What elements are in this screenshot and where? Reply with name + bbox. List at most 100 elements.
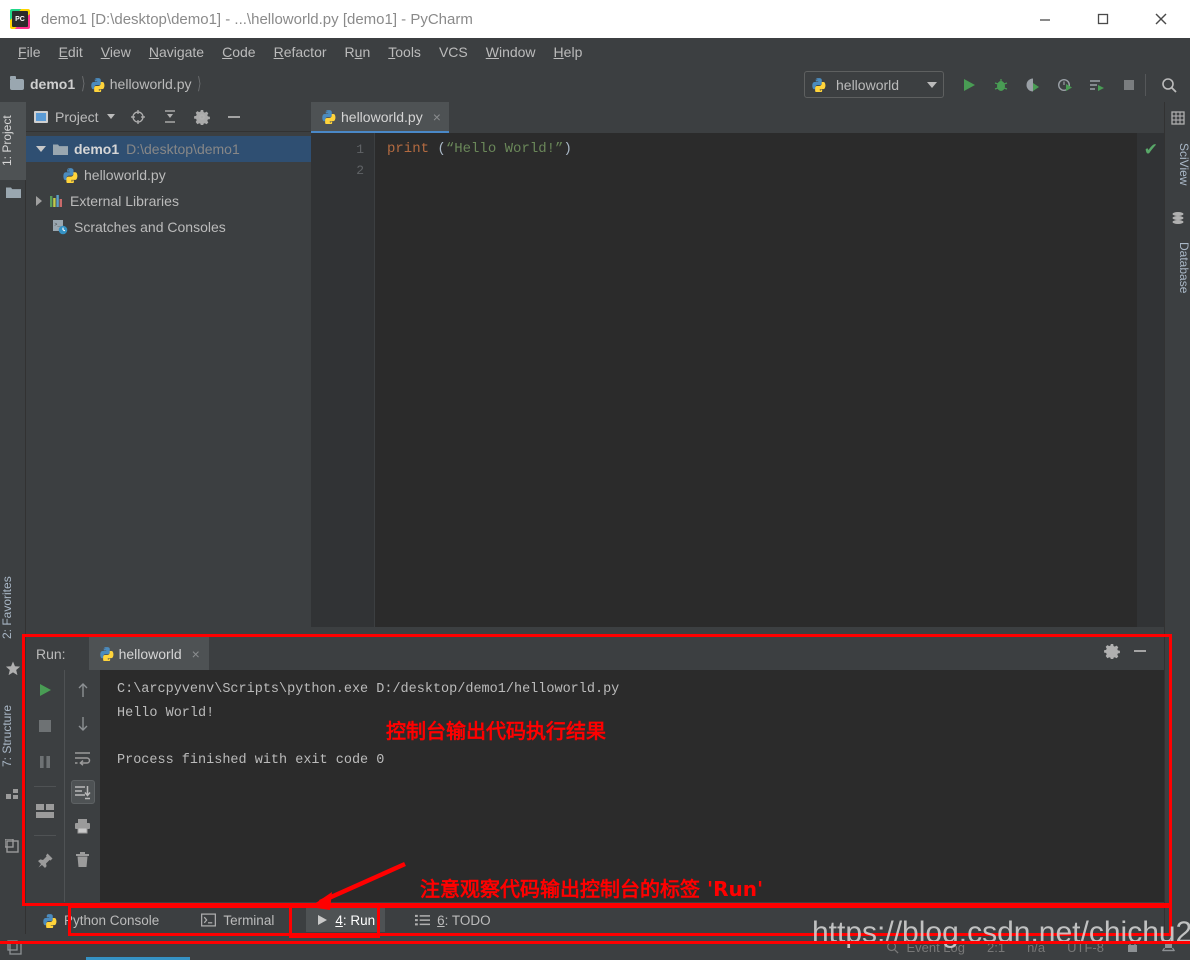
annotation-run-tab-note: 注意观察代码输出控制台的标签 'Run' <box>420 877 764 901</box>
toolbar-divider <box>34 786 56 787</box>
project-panel-title: Project <box>55 108 99 125</box>
breadcrumb-separator-icon-2: ⟩ <box>197 74 202 93</box>
breadcrumb-helloworld[interactable]: helloworld.py <box>90 76 192 92</box>
tree-item-demo1[interactable]: demo1 D:\desktop\demo1 <box>26 136 311 162</box>
structure-icon <box>5 786 21 802</box>
run-tab-helloworld[interactable]: helloworld × <box>88 637 209 670</box>
run-icon[interactable] <box>956 72 982 98</box>
toolbar-divider <box>1145 74 1146 96</box>
tree-item-label: External Libraries <box>70 193 179 209</box>
terminal-icon <box>201 913 217 927</box>
close-icon[interactable]: × <box>192 646 200 662</box>
bottom-tab-label: Terminal <box>223 912 275 928</box>
stop-icon[interactable] <box>1116 72 1142 98</box>
breadcrumb-label: helloworld.py <box>109 76 192 92</box>
code-string: “Hello World!” <box>445 141 564 157</box>
editor-tab-helloworld[interactable]: helloworld.py × <box>311 102 449 133</box>
bottom-tab-python-console[interactable]: Python Console <box>32 908 169 932</box>
maximize-button[interactable] <box>1074 0 1132 38</box>
menu-vcs[interactable]: VCS <box>430 41 477 63</box>
code-content[interactable]: print (“Hello World!”) <box>375 133 1137 627</box>
tree-item-label: Scratches and Consoles <box>74 219 226 235</box>
layout-icon[interactable] <box>33 799 57 823</box>
bottom-tab-terminal[interactable]: Terminal <box>191 908 284 932</box>
bottom-tab-run[interactable]: 4: Run <box>306 908 386 932</box>
rerun-icon[interactable] <box>33 678 57 702</box>
window-title: demo1 [D:\desktop\demo1] - ...\helloworl… <box>41 10 473 28</box>
hide-panel-icon[interactable] <box>225 108 243 126</box>
run-toolbar-primary <box>26 670 64 902</box>
run-configuration-selector[interactable]: helloworld <box>804 71 944 98</box>
menu-run[interactable]: Run <box>336 41 380 63</box>
menu-view[interactable]: View <box>92 41 140 63</box>
python-icon <box>811 77 826 92</box>
terminal-strip-icon[interactable] <box>4 838 22 856</box>
menu-help[interactable]: Help <box>545 41 592 63</box>
tree-item-external-libraries[interactable]: External Libraries <box>26 188 311 214</box>
print-icon[interactable] <box>71 814 95 838</box>
locate-icon[interactable] <box>129 108 147 126</box>
breadcrumb-separator-icon: ⟩ <box>81 74 86 93</box>
breadcrumb-demo1[interactable]: demo1 <box>10 75 75 92</box>
tree-item-path: D:\desktop\demo1 <box>126 141 240 157</box>
sidebar-tab-favorites[interactable]: 2: Favorites <box>0 560 26 656</box>
python-file-icon <box>62 167 78 183</box>
menu-code[interactable]: Code <box>213 41 264 63</box>
sidebar-tab-project[interactable]: 1: Project <box>0 102 26 180</box>
python-file-icon <box>321 109 336 124</box>
pin-icon[interactable] <box>33 848 57 872</box>
chevron-down-icon[interactable] <box>106 114 115 119</box>
annotation-console-note: 控制台输出代码执行结果 <box>386 719 606 743</box>
collapse-all-icon[interactable] <box>161 108 179 126</box>
run-configuration-label: helloworld <box>836 76 900 93</box>
bottom-tab-todo[interactable]: 6: TODO <box>405 908 501 932</box>
run-console-output[interactable]: C:\arcpyvenv\Scripts\python.exe D:/deskt… <box>100 670 1164 902</box>
chevron-right-icon[interactable] <box>36 196 42 206</box>
stop-icon[interactable] <box>33 714 57 738</box>
menu-edit[interactable]: Edit <box>50 41 92 63</box>
minimize-icon[interactable] <box>1132 643 1148 664</box>
soft-wrap-icon[interactable] <box>71 746 95 770</box>
menu-tools[interactable]: Tools <box>379 41 430 63</box>
gear-icon[interactable] <box>193 108 211 126</box>
console-line: Hello World! <box>117 705 215 721</box>
close-button[interactable] <box>1132 0 1190 38</box>
tree-item-label: helloworld.py <box>84 167 166 183</box>
trash-icon[interactable] <box>71 848 95 872</box>
editor-scrollbar[interactable]: ✔ <box>1137 133 1164 627</box>
tree-item-scratches[interactable]: >_ Scratches and Consoles <box>26 214 311 240</box>
run-with-coverage-icon[interactable] <box>1020 72 1046 98</box>
code-keyword: print <box>387 141 430 157</box>
folder-icon <box>52 141 68 157</box>
run-with-console-icon[interactable] <box>1084 72 1110 98</box>
pycharm-window: demo1 [D:\desktop\demo1] - ...\helloworl… <box>0 0 1190 960</box>
tree-item-helloworld[interactable]: helloworld.py <box>26 162 311 188</box>
chevron-down-icon <box>927 81 937 88</box>
search-everywhere-icon[interactable] <box>1156 72 1182 98</box>
sidebar-tab-sciview[interactable]: SciView <box>1165 130 1190 198</box>
menu-window[interactable]: Window <box>477 41 545 63</box>
minimize-button[interactable] <box>1016 0 1074 38</box>
gear-icon[interactable] <box>1104 643 1120 664</box>
scratches-icon: >_ <box>52 219 68 235</box>
arrow-down-icon[interactable] <box>71 712 95 736</box>
sidebar-tab-structure[interactable]: 7: Structure <box>0 690 26 782</box>
menu-file[interactable]: FFileile <box>9 41 50 63</box>
annotation-line-bottom <box>0 941 1190 944</box>
arrow-up-icon[interactable] <box>71 678 95 702</box>
scroll-to-end-icon[interactable] <box>70 780 95 804</box>
chevron-down-icon[interactable] <box>36 146 46 152</box>
project-tree: demo1 D:\desktop\demo1 helloworld.py Ext… <box>26 132 311 240</box>
console-line: Process finished with exit code 0 <box>117 752 385 768</box>
menu-refactor[interactable]: Refactor <box>265 41 336 63</box>
project-panel-header: Project <box>26 102 311 132</box>
debug-icon[interactable] <box>988 72 1014 98</box>
close-icon[interactable]: × <box>433 109 441 125</box>
sidebar-tab-database[interactable]: Database <box>1165 230 1190 306</box>
project-panel: Project demo1 D:\desktop\demo1 helloworl… <box>26 102 311 627</box>
profile-icon[interactable] <box>1052 72 1078 98</box>
pause-icon[interactable] <box>33 750 57 774</box>
menu-navigate[interactable]: Navigate <box>140 41 213 63</box>
code-line-1: print (“Hello World!”) <box>387 139 1137 160</box>
inspection-ok-icon[interactable]: ✔ <box>1144 141 1158 158</box>
